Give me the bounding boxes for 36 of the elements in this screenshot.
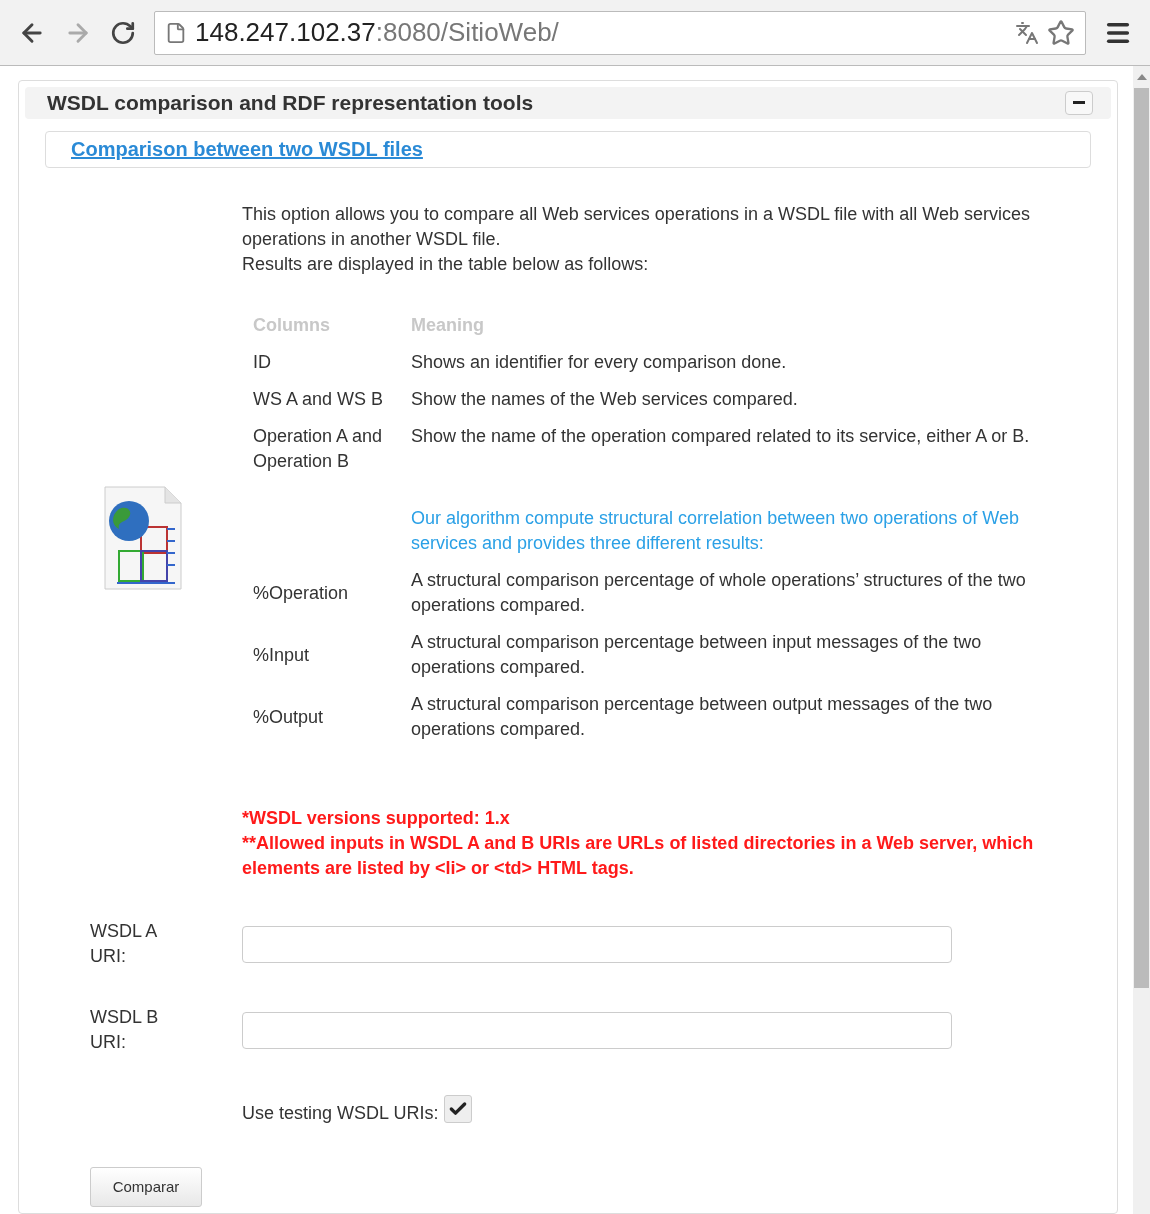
table-cell: Show the names of the Web services compared. xyxy=(411,389,798,409)
testing-checkbox[interactable] xyxy=(444,1095,473,1123)
table-cell: Show the name of the operation compared related to its service, either A or B. xyxy=(411,426,1030,446)
table-cell: %Input xyxy=(253,644,310,665)
description-text: This option allows you to compare all Web services operations in a WSDL file with all Web services operations in another WSDL file. xyxy=(242,203,1031,251)
field-label: WSDL A URI: xyxy=(90,920,158,968)
reload-icon[interactable] xyxy=(110,19,136,46)
table-cell: A structural comparison percentage between input messages of the two operations compared. xyxy=(411,632,982,677)
panel-title: WSDL comparison and RDF representation tools xyxy=(47,90,534,116)
page-icon xyxy=(165,21,187,44)
minus-icon xyxy=(1073,101,1085,105)
requirement-note: *WSDL versions supported: 1.x xyxy=(242,807,511,830)
checkbox-label: Use testing WSDL URIs: xyxy=(242,1101,439,1125)
collapse-button[interactable] xyxy=(1065,90,1093,115)
description-text: Results are displayed in the table below as follows: xyxy=(242,253,650,276)
table-cell: A structural comparison percentage of whole operations’ structures of the two operations compared. xyxy=(411,570,1026,615)
compare-button[interactable]: Comparar xyxy=(90,1167,202,1207)
star-icon[interactable] xyxy=(1047,18,1075,47)
scrollbar-thumb[interactable] xyxy=(1134,88,1149,988)
algorithm-note: Our algorithm compute structural correlation between two operations of Web services and provides three different results: xyxy=(411,508,1019,553)
table-cell: %Operation xyxy=(253,582,349,603)
scroll-up-icon[interactable] xyxy=(1136,74,1147,80)
requirement-note: **Allowed inputs in WSDL A and B URIs are URLs of listed directories in a Web server, which elements are listed by <li> or <td> HTML tags. xyxy=(242,832,1035,880)
url-text: 148.247.102.37:8080/SitioWeb/ xyxy=(195,16,560,49)
uri-input[interactable] xyxy=(242,925,952,963)
comparison-link[interactable]: Comparison between two WSDL files xyxy=(71,134,423,165)
address-bar[interactable]: 148.247.102.37:8080/SitioWeb/ xyxy=(154,10,1086,55)
table-cell: A structural comparison percentage between output messages of the two operations compared. xyxy=(411,694,993,739)
uri-input[interactable] xyxy=(242,1011,952,1049)
table-cell: Operation A and Operation B xyxy=(253,426,383,471)
table-cell: WS A and WS B xyxy=(253,389,384,409)
table-cell: ID xyxy=(253,352,271,372)
field-label: WSDL B URI: xyxy=(90,1006,160,1054)
table-cell: %Output xyxy=(253,706,324,727)
translate-icon[interactable] xyxy=(1015,20,1039,45)
table-cell: Shows an identifier for every comparison done. xyxy=(411,352,787,372)
